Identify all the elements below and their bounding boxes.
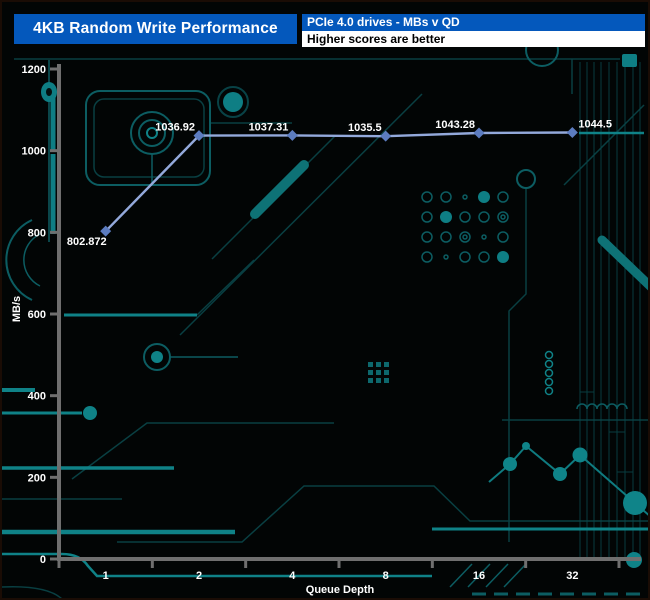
y-tick-label: 1200: [22, 64, 46, 76]
data-point-marker: [286, 129, 298, 141]
y-tick-label: 0: [40, 554, 46, 566]
y-tick-label: 200: [28, 472, 46, 484]
data-point-label: 802.872: [67, 236, 107, 248]
x-tick-label: 32: [566, 570, 578, 582]
x-tick-label: 1: [103, 570, 109, 582]
y-tick-label: 600: [28, 309, 46, 321]
legend-note-label: Higher scores are better: [302, 31, 645, 47]
data-point-label: 1037.31: [249, 121, 289, 133]
y-tick-label: 800: [28, 227, 46, 239]
y-tick-label: 1000: [22, 146, 46, 158]
x-tick-label: 16: [473, 570, 485, 582]
data-point-label: 1043.28: [435, 119, 475, 131]
x-tick-label: 2: [196, 570, 202, 582]
chart-canvas: 0 200 400 600 800 1000 1200 1 2 4 8 16 32 802.872 1036…: [0, 0, 650, 600]
legend-primary-label: PCIe 4.0 drives - MBs v QD: [302, 14, 645, 31]
x-tick-label: 4: [289, 570, 296, 582]
data-point-label: 1036.92: [155, 122, 195, 134]
data-point-label: 1044.5: [578, 118, 612, 130]
data-point-marker: [473, 127, 485, 139]
x-tick-label: 8: [383, 570, 389, 582]
x-axis-title: Queue Depth: [305, 584, 375, 596]
chart-title: 4KB Random Write Performance: [33, 20, 278, 37]
chart-title-bar: 4KB Random Write Performance: [14, 14, 297, 44]
performance-line-chart: 0 200 400 600 800 1000 1200 1 2 4 8 16 32 802.872 1036…: [22, 64, 641, 582]
legend-box: PCIe 4.0 drives - MBs v QD Higher scores…: [302, 14, 645, 47]
data-point-label: 1035.5: [348, 122, 382, 134]
data-point-marker: [380, 130, 392, 142]
data-point-marker: [566, 126, 578, 138]
y-tick-label: 400: [28, 391, 46, 403]
y-axis-title: MB/s: [11, 295, 23, 323]
data-line: [104, 131, 573, 233]
